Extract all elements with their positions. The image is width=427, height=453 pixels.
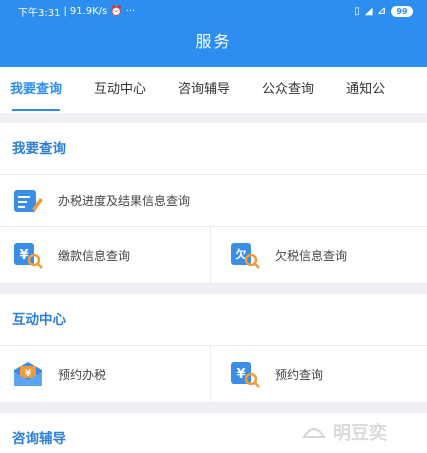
- envelope-yen-icon: ¥: [14, 362, 42, 386]
- wifi-icon: ⊿: [377, 5, 386, 17]
- svg-text:¥: ¥: [25, 369, 32, 379]
- list-item-label: 预约办税: [58, 367, 107, 382]
- list-item-progress-query[interactable]: 办税进度及结果信息查询: [0, 175, 427, 227]
- watermark-icon: [302, 428, 326, 438]
- yen-search-icon: ¥: [14, 243, 43, 269]
- tab-interaction-center[interactable]: 互动中心: [94, 67, 146, 113]
- watermark-logo: 明豆奕: [301, 419, 387, 445]
- list-item-book-appointment[interactable]: ¥ 预约办税: [0, 346, 210, 402]
- list-item-appointment-query[interactable]: ¥ 预约查询: [210, 346, 427, 402]
- battery-icon: 99: [391, 5, 413, 17]
- watermark-text: 明豆奕: [333, 423, 387, 444]
- list-item-payment-query[interactable]: ¥ 缴款信息查询: [0, 227, 210, 283]
- section-title-query: 我要查询: [0, 123, 427, 175]
- list-item-arrears-query[interactable]: 欠 欠税信息查询: [210, 227, 427, 283]
- alarm-icon: ⏰: [110, 5, 123, 17]
- list-item-label: 预约查询: [275, 367, 324, 382]
- network-speed: 91.9K/s: [69, 5, 108, 17]
- arrears-search-icon: 欠: [231, 243, 260, 269]
- tab-query[interactable]: 我要查询: [10, 67, 62, 113]
- list-item-label: 欠税信息查询: [275, 248, 348, 263]
- status-time: 下午3:31: [18, 7, 61, 19]
- svg-text:¥: ¥: [19, 248, 28, 263]
- tab-public-query[interactable]: 公众查询: [262, 67, 314, 113]
- vibrate-icon: ▯: [354, 5, 360, 17]
- list-item-label: 办税进度及结果信息查询: [58, 194, 191, 208]
- tab-consultation[interactable]: 咨询辅导: [178, 67, 230, 113]
- svg-text:¥: ¥: [236, 367, 245, 382]
- section-query: 我要查询 办税进度及结果信息查询 ¥ 缴款信息查询 欠 欠税信息查询: [0, 123, 427, 284]
- more-notifications: ···: [125, 5, 136, 17]
- app-header: 下午3:31 | 91.9K/s ⏰ ··· ▯ ◢ ⊿ 99 服务: [0, 0, 427, 67]
- section-interaction: 互动中心 ¥ 预约办税 ¥ 预约查询: [0, 294, 427, 403]
- tab-notices[interactable]: 通知公: [346, 67, 385, 113]
- section-title-interaction: 互动中心: [0, 294, 427, 346]
- yen-search-icon: ¥: [231, 362, 260, 388]
- signal-icon: ◢: [364, 5, 373, 17]
- tab-bar: 我要查询 互动中心 咨询辅导 公众查询 通知公: [0, 67, 427, 113]
- document-edit-icon: [14, 189, 43, 212]
- page-title: 服务: [195, 32, 232, 51]
- status-bar: 下午3:31 | 91.9K/s ⏰ ··· ▯ ◢ ⊿ 99: [0, 0, 427, 22]
- list-item-label: 缴款信息查询: [58, 248, 131, 263]
